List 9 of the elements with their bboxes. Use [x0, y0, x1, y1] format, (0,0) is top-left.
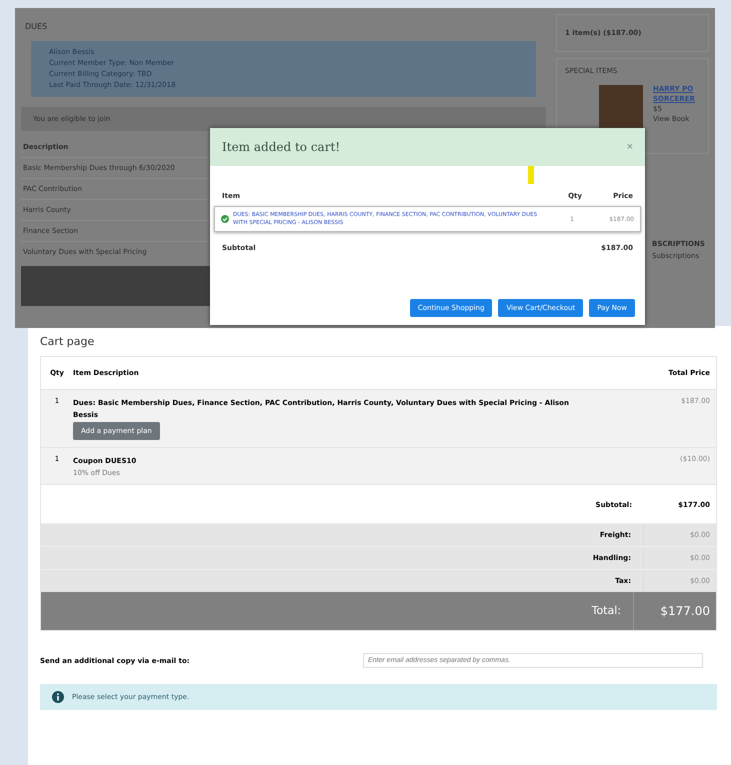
- summary-value: $177.00: [633, 592, 716, 630]
- close-button[interactable]: ×: [626, 141, 633, 153]
- section-heading: DUES: [24, 21, 48, 33]
- page-title: Cart page: [40, 334, 96, 350]
- info-icon: [52, 691, 64, 703]
- dialog-title: Item added to cart!: [222, 140, 340, 154]
- summary-label: Total:: [592, 603, 622, 619]
- highlight-mark: [528, 166, 534, 184]
- check-circle-icon: [221, 215, 229, 223]
